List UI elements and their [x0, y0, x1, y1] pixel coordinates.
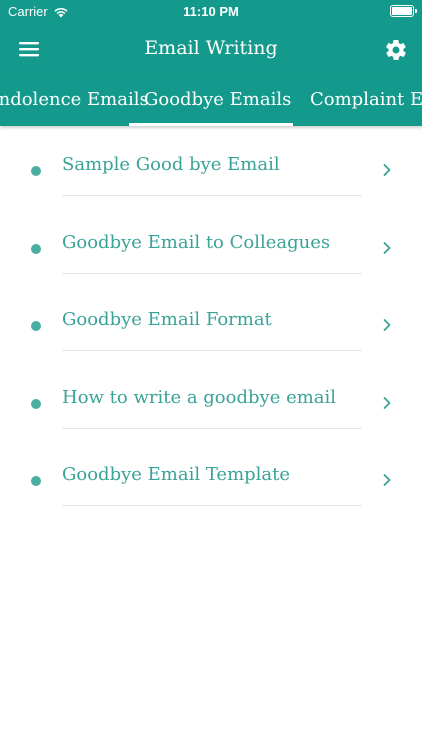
list-item[interactable]: Goodbye Email Format — [0, 283, 422, 361]
list-item-label: Sample Good bye Email — [62, 154, 280, 175]
list-item[interactable]: Sample Good bye Email — [0, 128, 422, 206]
list-item-label: Goodbye Email to Colleagues — [62, 231, 331, 253]
active-tab-indicator — [129, 123, 293, 126]
divider — [62, 350, 362, 351]
tab-condolence-emails[interactable]: Condolence Emails — [0, 76, 149, 126]
chevron-right-icon — [383, 474, 391, 486]
bullet-icon — [31, 243, 41, 254]
chevron-right-icon — [383, 319, 391, 331]
page-title: Email Writing — [144, 37, 278, 59]
list-item-label: Goodbye Email Format — [62, 309, 272, 330]
chevron-right-icon — [383, 396, 391, 409]
bullet-icon — [31, 321, 41, 331]
divider — [62, 505, 362, 506]
list-item[interactable]: How to write a goodbye email — [0, 361, 422, 439]
bullet-icon — [31, 476, 41, 486]
settings-button[interactable] — [384, 38, 408, 62]
divider — [62, 427, 362, 429]
bullet-icon — [31, 166, 41, 176]
battery-icon — [390, 5, 417, 17]
status-time: 11:10 PM — [183, 4, 239, 19]
nav-bar: Email Writing — [0, 24, 422, 76]
tab-bar: Condolence Emails Goodbye Emails Complai… — [0, 76, 422, 126]
email-topic-list: Sample Good bye Email Goodbye Email to C… — [0, 128, 422, 516]
divider — [62, 272, 362, 274]
divider — [62, 195, 362, 196]
gear-icon — [386, 40, 406, 60]
status-bar: Carrier 11:10 PM — [0, 0, 422, 24]
chevron-right-icon — [383, 164, 391, 176]
chevron-right-icon — [383, 241, 391, 254]
list-item[interactable]: Goodbye Email to Colleagues — [0, 206, 422, 284]
list-item-label: Goodbye Email Template — [62, 464, 291, 485]
tab-complaint-emails[interactable]: Complaint Emails — [310, 76, 422, 126]
bullet-icon — [31, 398, 41, 409]
tab-goodbye-emails[interactable]: Goodbye Emails — [144, 76, 291, 126]
list-item-label: How to write a goodbye email — [62, 386, 337, 408]
list-item[interactable]: Goodbye Email Template — [0, 438, 422, 516]
